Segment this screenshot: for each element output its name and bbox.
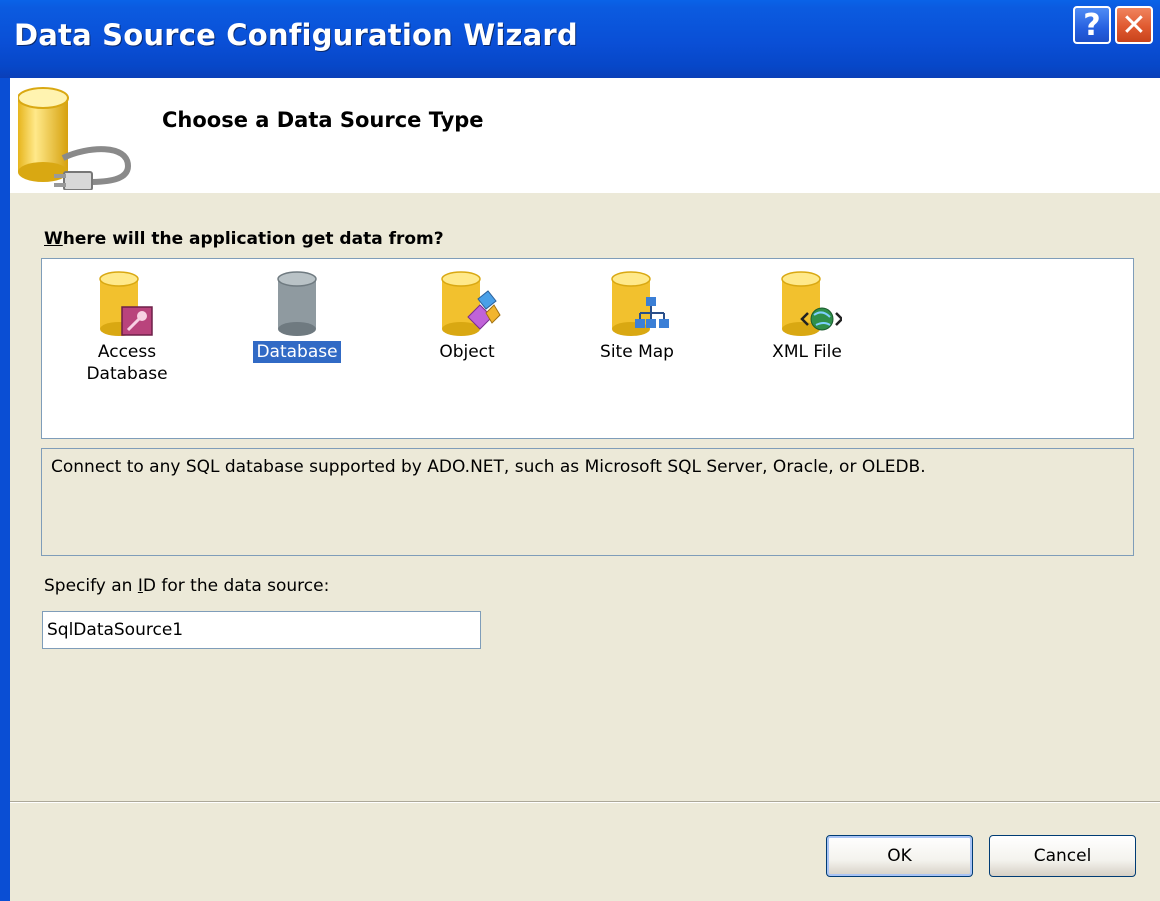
list-item-xml-file[interactable]: XML File bbox=[732, 269, 882, 363]
prompt-access-key: W bbox=[44, 229, 63, 249]
id-label-after: D for the data source: bbox=[142, 576, 330, 596]
id-label-before: Specify an bbox=[44, 576, 138, 596]
cancel-button[interactable]: Cancel bbox=[989, 835, 1136, 877]
window-frame-left bbox=[0, 78, 10, 901]
prompt-text: here will the application get data from? bbox=[62, 229, 444, 249]
source-type-description: Connect to any SQL database supported by… bbox=[51, 457, 926, 477]
ok-button[interactable]: OK bbox=[826, 835, 973, 877]
button-separator bbox=[10, 801, 1160, 803]
list-item-site-map[interactable]: Site Map bbox=[562, 269, 712, 363]
list-item-access-database[interactable]: Access Database bbox=[52, 269, 202, 385]
xml-file-icon bbox=[781, 271, 842, 336]
source-type-prompt: Where will the application get data from… bbox=[44, 229, 444, 249]
list-item-object[interactable]: Object bbox=[392, 269, 542, 363]
database-icon bbox=[277, 271, 317, 336]
description-box: Connect to any SQL database supported by… bbox=[41, 448, 1134, 556]
title-bar[interactable]: Data Source Configuration Wizard ? ✕ bbox=[0, 0, 1160, 78]
wizard-body: Where will the application get data from… bbox=[10, 193, 1160, 901]
site-map-icon bbox=[611, 271, 669, 336]
database-plug-icon bbox=[18, 87, 132, 190]
list-item-label: XML File bbox=[772, 342, 842, 362]
help-button[interactable]: ? bbox=[1073, 6, 1111, 44]
window-title: Data Source Configuration Wizard bbox=[14, 18, 578, 52]
list-item-label: Object bbox=[439, 342, 495, 362]
close-button[interactable]: ✕ bbox=[1115, 6, 1153, 44]
id-field-label: Specify an ID for the data source: bbox=[44, 576, 329, 596]
wizard-header: Choose a Data Source Type bbox=[10, 78, 1160, 193]
wizard-window: Data Source Configuration Wizard ? ✕ Cho… bbox=[0, 0, 1160, 901]
page-title: Choose a Data Source Type bbox=[162, 108, 484, 132]
list-item-label: Site Map bbox=[600, 342, 674, 362]
object-icon bbox=[441, 271, 501, 336]
list-item-database[interactable]: Database bbox=[222, 269, 372, 363]
data-source-type-list[interactable]: Access Database Database Object Site Map… bbox=[41, 258, 1134, 439]
access-database-icon bbox=[99, 271, 153, 336]
list-item-label: Access Database bbox=[86, 342, 168, 384]
data-source-id-input[interactable] bbox=[42, 611, 481, 649]
list-item-label: Database bbox=[253, 341, 341, 363]
